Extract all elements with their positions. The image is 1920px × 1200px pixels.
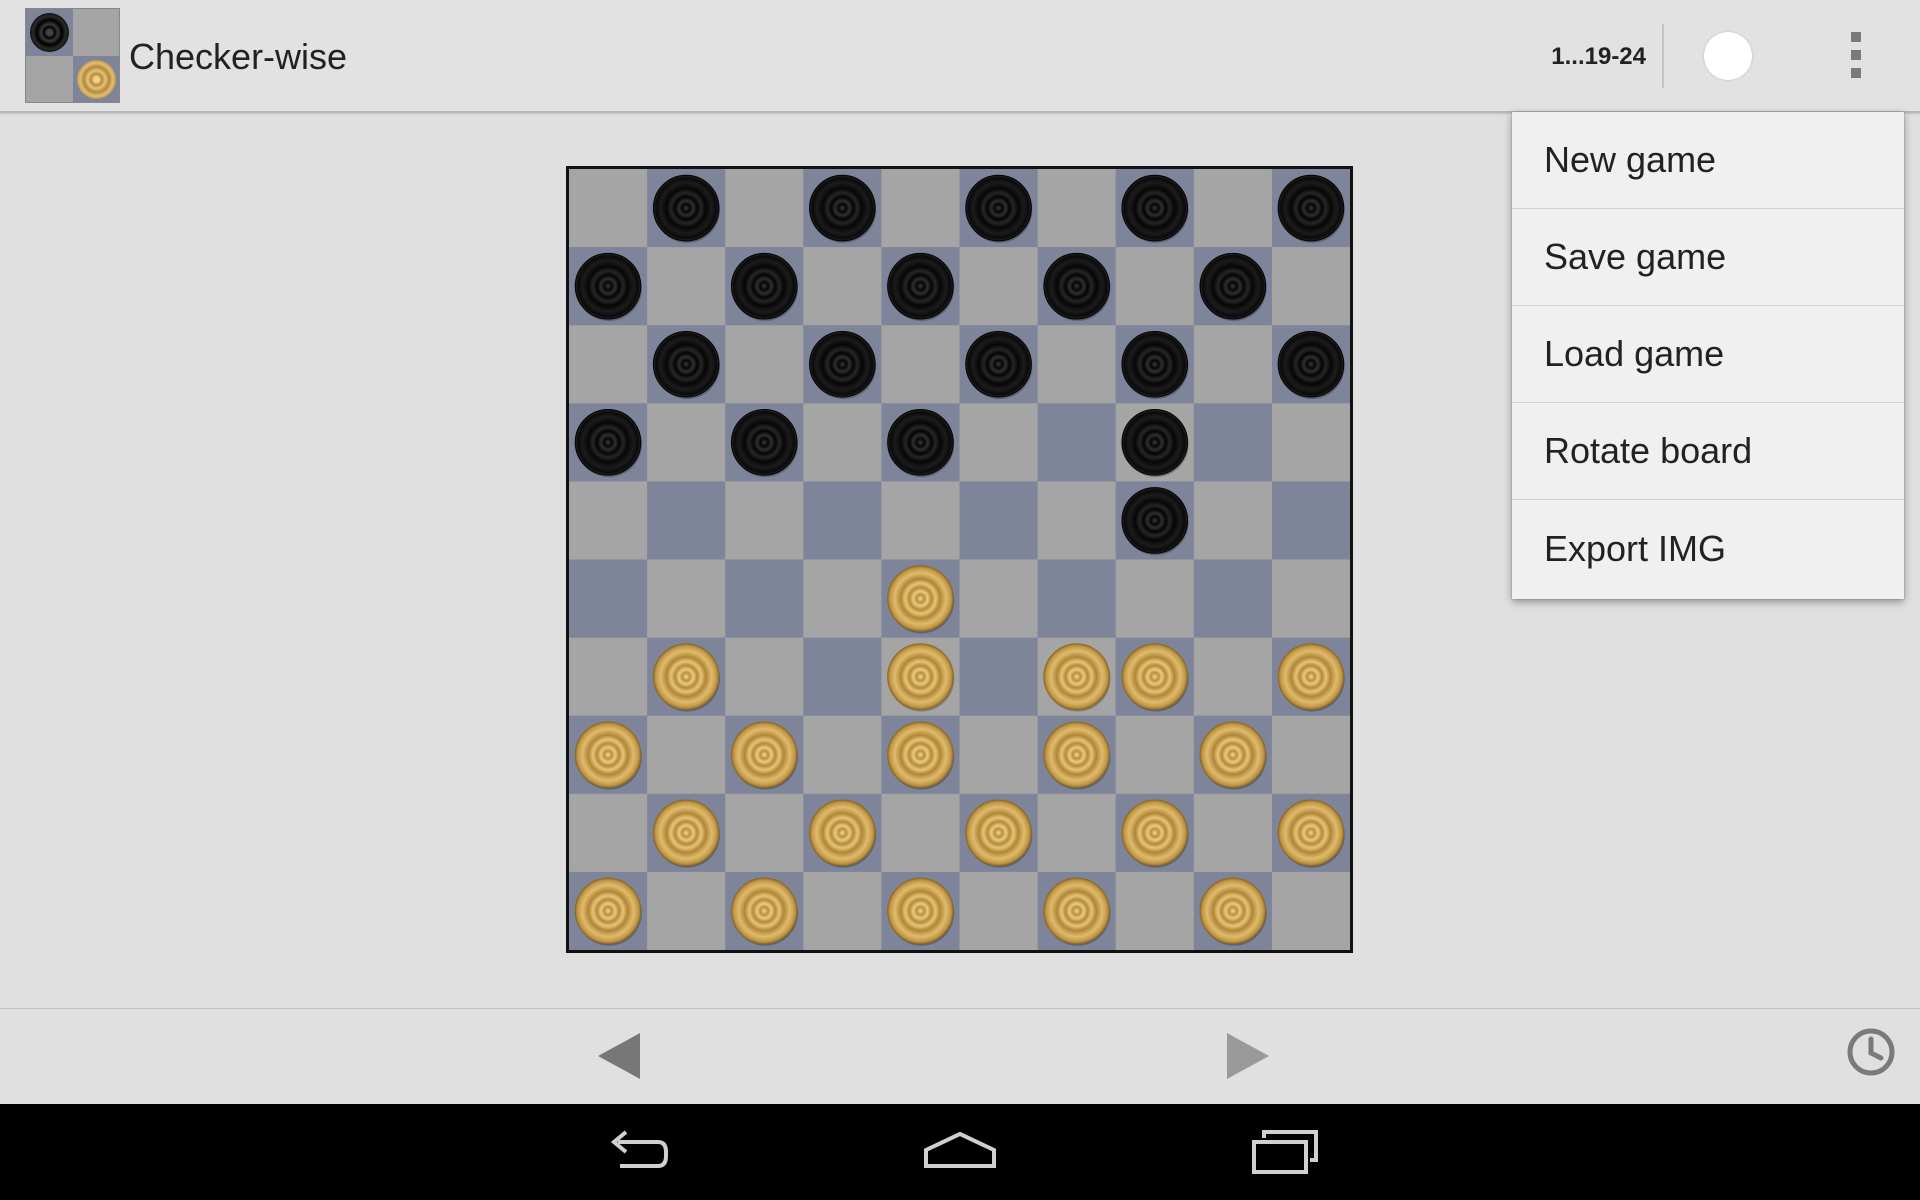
recent-apps-icon[interactable] <box>1250 1128 1320 1181</box>
board-square[interactable] <box>1271 871 1350 950</box>
app-title: Checker-wise <box>129 36 348 77</box>
overflow-menu: New game Save game Load game Rotate boar… <box>1512 112 1904 599</box>
menu-item-load-game[interactable]: Load game <box>1512 306 1904 403</box>
menu-item-export-img[interactable]: Export IMG <box>1512 500 1904 597</box>
board-square[interactable] <box>959 481 1039 560</box>
board-square[interactable] <box>647 871 726 950</box>
board-square[interactable] <box>1193 559 1273 639</box>
menu-item-rotate-board[interactable]: Rotate board <box>1512 403 1904 500</box>
board-square[interactable] <box>1115 715 1195 795</box>
clock-icon[interactable] <box>1845 1026 1897 1083</box>
board-square[interactable] <box>1115 247 1195 326</box>
board-square[interactable] <box>803 871 882 950</box>
board-canvas[interactable] <box>569 169 1350 950</box>
board-square[interactable] <box>959 715 1039 795</box>
board-square[interactable] <box>1271 403 1350 482</box>
prev-move-icon[interactable] <box>594 1031 644 1086</box>
bottom-toolbar <box>0 1008 1920 1105</box>
overflow-menu-icon[interactable] <box>1845 32 1867 78</box>
board-square[interactable] <box>1193 403 1273 482</box>
board-square[interactable] <box>725 169 804 248</box>
action-bar-divider <box>1662 24 1664 88</box>
board-square[interactable] <box>1193 481 1273 560</box>
board-square[interactable] <box>569 169 648 248</box>
home-icon[interactable] <box>922 1128 998 1181</box>
board-square[interactable] <box>1193 325 1273 404</box>
board-square[interactable] <box>1037 481 1117 560</box>
board-square[interactable] <box>1271 559 1350 639</box>
board-square[interactable] <box>647 559 726 639</box>
board-square[interactable] <box>569 559 648 639</box>
board-square[interactable] <box>1193 793 1273 873</box>
turn-indicator[interactable] <box>1704 32 1752 80</box>
board-square[interactable] <box>1037 169 1117 248</box>
board-square[interactable] <box>569 325 648 404</box>
checkers-board[interactable] <box>566 166 1353 953</box>
board-square[interactable] <box>881 169 960 248</box>
board-square[interactable] <box>1271 247 1350 326</box>
board-square[interactable] <box>1115 559 1195 639</box>
app-icon-black-piece <box>30 13 69 52</box>
board-square[interactable] <box>803 403 882 482</box>
menu-item-save-game[interactable]: Save game <box>1512 209 1904 306</box>
board-square[interactable] <box>647 247 726 326</box>
app-icon-gold-piece <box>76 59 116 99</box>
board-square[interactable] <box>803 637 882 717</box>
board-square[interactable] <box>881 325 960 404</box>
board-square[interactable] <box>1193 637 1273 717</box>
board-square[interactable] <box>959 247 1039 326</box>
board-square[interactable] <box>1115 871 1195 950</box>
system-navigation-bar <box>0 1104 1920 1200</box>
board-square[interactable] <box>803 247 882 326</box>
board-square[interactable] <box>569 637 648 717</box>
board-square[interactable] <box>1193 169 1273 248</box>
board-square[interactable] <box>725 481 804 560</box>
board-square[interactable] <box>647 403 726 482</box>
board-square[interactable] <box>725 325 804 404</box>
board-square[interactable] <box>725 559 804 639</box>
board-square[interactable] <box>569 793 648 873</box>
board-square[interactable] <box>725 793 804 873</box>
board-square[interactable] <box>959 403 1039 482</box>
board-square[interactable] <box>1037 559 1117 639</box>
board-square[interactable] <box>1271 481 1350 560</box>
board-square[interactable] <box>647 715 726 795</box>
move-notation: 1...19-24 <box>1551 43 1646 70</box>
board-square[interactable] <box>881 793 960 873</box>
board-square[interactable] <box>647 481 726 560</box>
next-move-icon[interactable] <box>1223 1031 1273 1086</box>
board-square[interactable] <box>1037 793 1117 873</box>
board-square[interactable] <box>1271 715 1350 795</box>
board-square[interactable] <box>1037 325 1117 404</box>
back-icon[interactable] <box>600 1128 670 1181</box>
action-bar: Checker-wise 1...19-24 <box>0 0 1920 113</box>
board-square[interactable] <box>725 637 804 717</box>
board-square[interactable] <box>803 559 882 639</box>
board-square[interactable] <box>569 481 648 560</box>
board-square[interactable] <box>803 481 882 560</box>
menu-item-new-game[interactable]: New game <box>1512 112 1904 209</box>
board-square[interactable] <box>959 559 1039 639</box>
board-square[interactable] <box>959 871 1039 950</box>
board-square[interactable] <box>1037 403 1117 482</box>
board-square[interactable] <box>881 481 960 560</box>
board-square[interactable] <box>803 715 882 795</box>
board-square[interactable] <box>959 637 1039 717</box>
checkers-app-icon <box>25 8 120 103</box>
